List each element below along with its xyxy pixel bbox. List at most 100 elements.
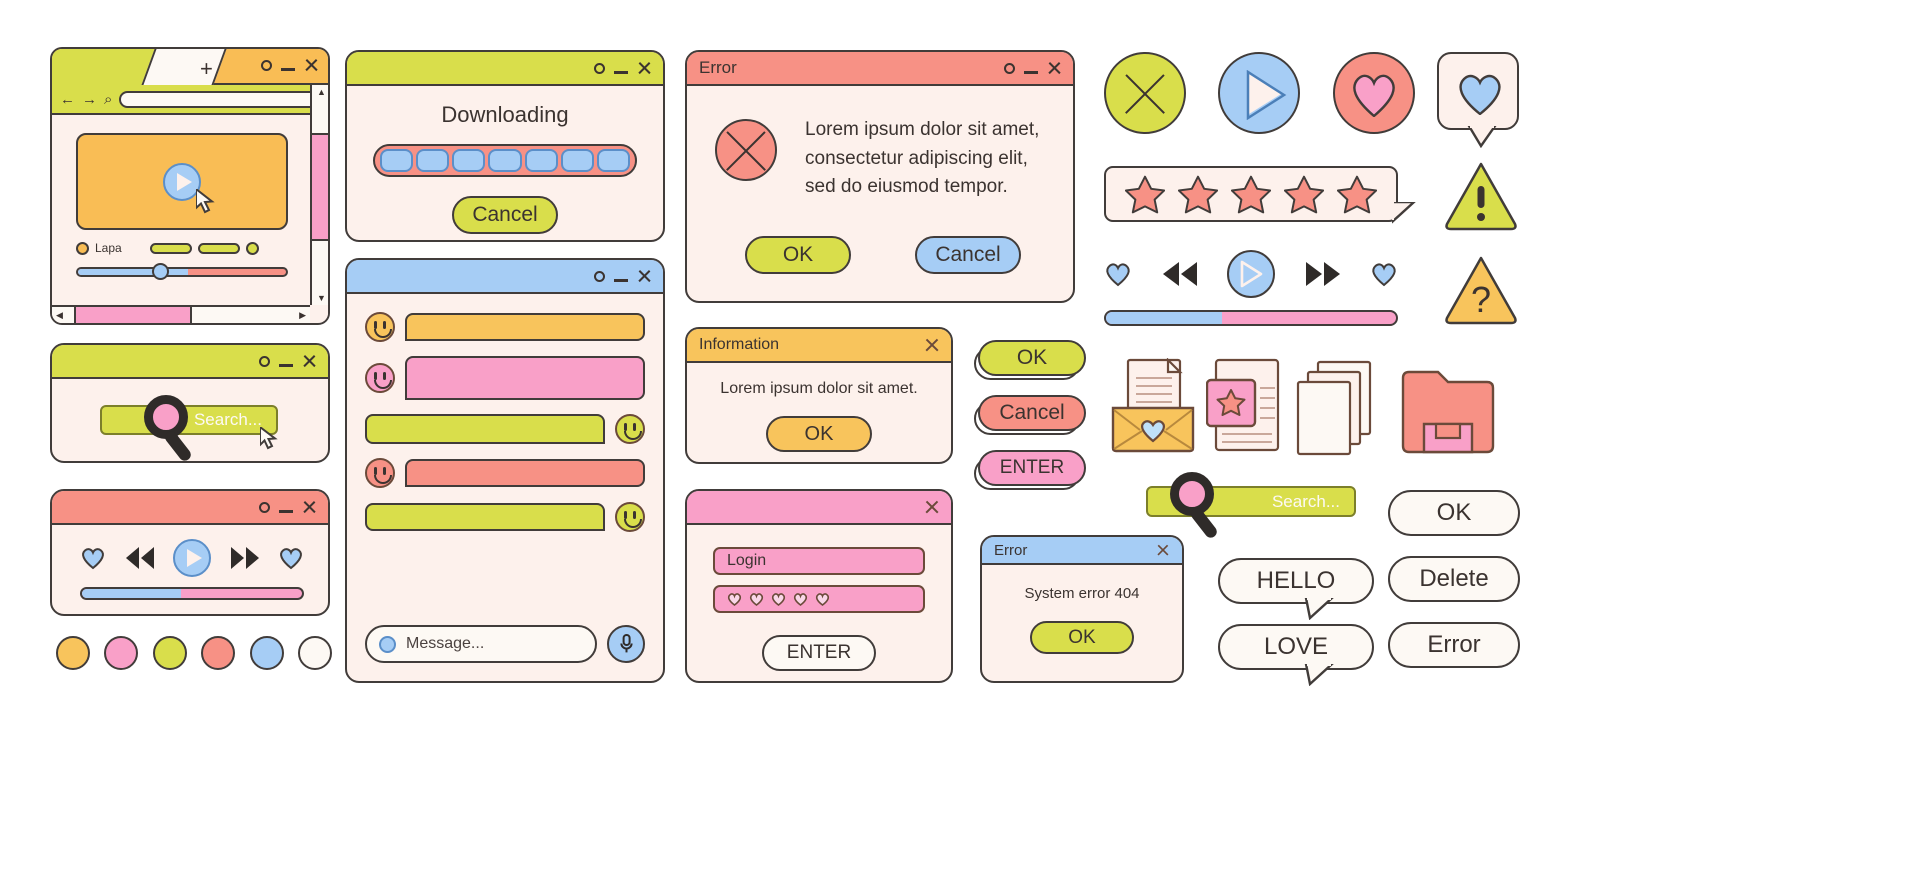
cancel-button[interactable]: Cancel [911,236,1021,278]
heart-icon[interactable] [1370,261,1398,287]
back-arrow-icon[interactable]: ← [60,91,75,108]
heart-icon[interactable] [80,546,106,570]
search-icon[interactable]: ⌕ [104,91,112,108]
scroll-up-icon[interactable]: ▲ [317,87,326,97]
close-icon[interactable] [637,269,651,283]
star-icon[interactable] [1124,174,1165,214]
ok-button[interactable]: OK [974,340,1086,380]
login-username-input[interactable]: Login [713,547,925,575]
window-controls[interactable] [259,500,316,514]
warning-triangle-icon[interactable] [1444,160,1518,232]
microphone-icon[interactable] [607,625,645,663]
vertical-scrollbar[interactable]: ▲ ▼ [310,85,328,305]
chat-bubble[interactable] [405,459,645,487]
media-progress-bar[interactable] [1104,310,1398,326]
folder-icon[interactable] [1400,364,1496,456]
star-icon[interactable] [1337,174,1378,214]
browser-window-controls[interactable] [261,58,318,72]
chat-bubble[interactable] [405,313,645,341]
chat-bubble[interactable] [365,503,605,531]
close-circle-icon[interactable] [1104,52,1186,134]
window-controls[interactable] [594,61,651,75]
message-input[interactable]: Message... [365,625,597,663]
rewind-icon[interactable] [125,547,155,569]
maximize-icon[interactable] [259,355,270,367]
swatch-red[interactable] [201,636,236,670]
window-controls[interactable] [594,269,651,283]
scroll-right-icon[interactable]: ▶ [299,310,306,321]
play-circle-icon[interactable] [1218,52,1301,134]
video-progress-bar[interactable] [76,267,288,277]
play-icon[interactable] [173,539,211,577]
close-icon[interactable] [302,500,316,514]
close-icon[interactable] [924,338,939,353]
forward-icon[interactable] [1305,261,1341,287]
chat-bubble[interactable] [405,356,645,400]
vertical-scroll-thumb[interactable] [312,133,328,242]
chat-bubble[interactable] [365,414,605,444]
forward-arrow-icon[interactable]: → [82,91,97,108]
login-password-input[interactable] [713,585,925,613]
minimize-icon[interactable] [279,510,293,513]
documents-stack-icon[interactable] [1296,360,1380,456]
love-button[interactable]: LOVE [1218,624,1374,686]
scroll-left-icon[interactable]: ◀ [56,310,63,321]
maximize-icon[interactable] [259,501,270,513]
swatch-pink[interactable] [104,636,139,670]
attachment-icon[interactable] [379,635,396,653]
maximize-icon[interactable] [594,270,605,282]
video-progress-knob[interactable] [152,263,169,280]
browser-new-tab[interactable] [141,49,227,85]
forward-icon[interactable] [230,547,260,569]
delete-button[interactable]: Delete [1388,556,1520,602]
minimize-icon[interactable] [614,71,628,74]
close-icon[interactable] [924,500,939,515]
swatch-yellow[interactable] [56,636,90,670]
question-triangle-icon[interactable]: ? [1444,254,1518,326]
swatch-white[interactable] [297,636,332,670]
cancel-button[interactable]: Cancel [448,196,558,238]
ok-button[interactable]: OK [1026,621,1134,658]
hello-button[interactable]: HELLO [1218,558,1374,620]
document-star-icon[interactable] [1206,358,1284,454]
minimize-icon[interactable] [281,68,295,71]
horizontal-scrollbar[interactable]: ◀ ▶ [52,305,310,323]
minimize-icon[interactable] [614,279,628,282]
heart-circle-icon[interactable] [1332,52,1415,134]
close-icon[interactable] [304,58,318,72]
close-icon[interactable] [1156,544,1169,557]
ok-button[interactable]: OK [1388,490,1520,536]
maximize-icon[interactable] [594,62,605,74]
tag-pill[interactable] [197,242,240,254]
close-icon[interactable] [1047,61,1061,75]
star-icon[interactable] [1284,174,1325,214]
search-bar-standalone[interactable]: Search... [1146,472,1356,541]
minimize-icon[interactable] [279,364,293,367]
star-icon[interactable] [1230,174,1271,214]
close-icon[interactable] [302,354,316,368]
envelope-letter-icon[interactable] [1110,358,1196,454]
heart-icon[interactable] [1104,261,1132,287]
error-button[interactable]: Error [1388,622,1520,668]
swatch-lime[interactable] [152,636,187,670]
search-input[interactable]: Search... [100,405,278,435]
heart-icon[interactable] [278,546,304,570]
url-input[interactable] [119,90,320,108]
enter-button[interactable]: ENTER [974,450,1086,490]
scroll-down-icon[interactable]: ▼ [317,293,326,303]
window-controls[interactable] [259,354,316,368]
rewind-icon[interactable] [1162,261,1198,287]
minimize-icon[interactable] [1024,71,1038,74]
window-controls[interactable] [1004,61,1061,75]
tag-pill[interactable] [149,242,192,254]
video-player[interactable] [76,133,288,230]
close-icon[interactable] [637,61,651,75]
ok-button[interactable]: OK [762,416,872,456]
rating-bar[interactable] [1104,166,1416,224]
maximize-icon[interactable] [261,59,272,71]
swatch-blue[interactable] [249,636,284,670]
play-icon[interactable] [1227,250,1275,298]
ok-button[interactable]: OK [741,236,851,278]
enter-button[interactable]: ENTER [758,635,876,675]
player-progress-bar[interactable] [80,587,304,600]
